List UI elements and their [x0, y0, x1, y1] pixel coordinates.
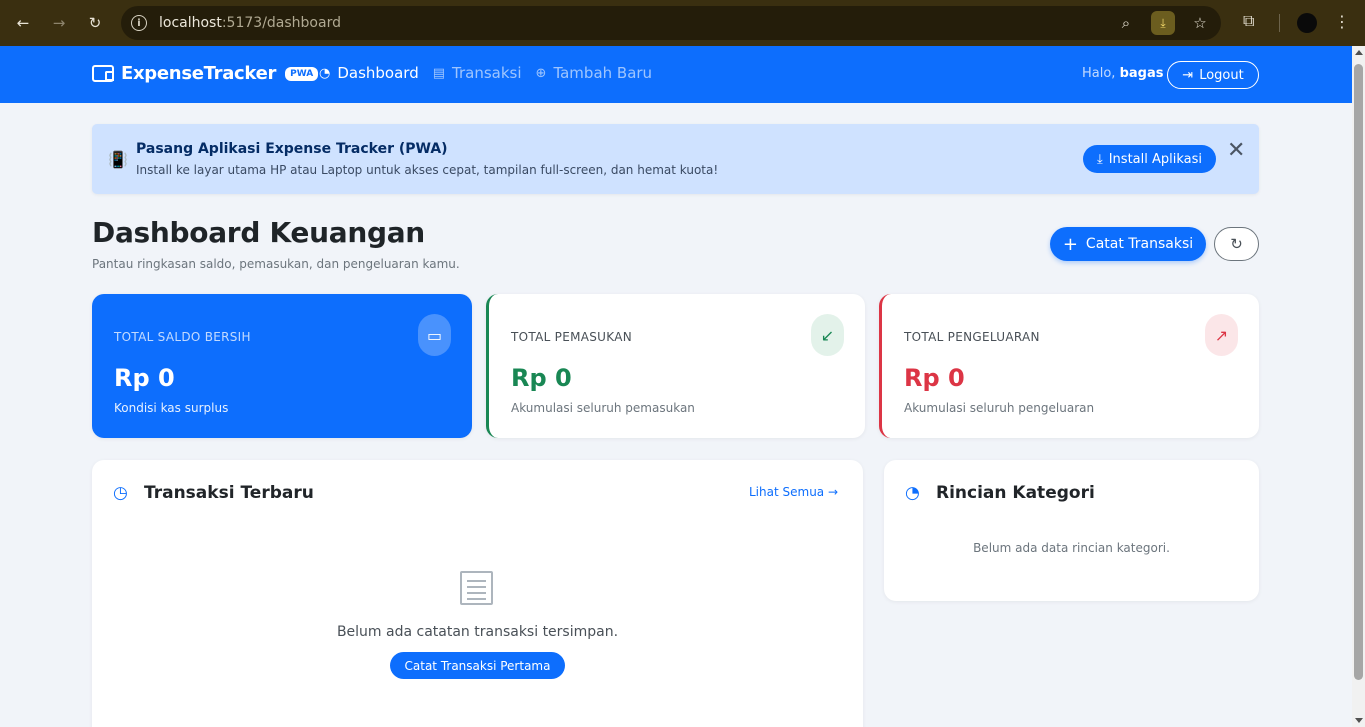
extensions-icon[interactable]: ⧉: [1243, 11, 1254, 31]
bookmark-star-icon[interactable]: ☆: [1189, 14, 1211, 32]
catat-label: Catat Transaksi: [1085, 236, 1194, 252]
empty-state-text: Belum ada data rincian kategori.: [973, 541, 1170, 555]
app-navbar: ExpenseTracker PWA ◔ Dashboard ▤ Transak…: [0, 46, 1352, 103]
clock-icon: ◷: [113, 483, 128, 503]
reload-icon[interactable]: ↻: [83, 11, 107, 35]
card-label: TOTAL SALDO BERSIH: [114, 330, 251, 344]
refresh-icon: ↻: [1230, 235, 1243, 253]
browser-toolbar: ← → ↻ i localhost:5173/dashboard ⌕ ⤓ ☆ ⧉…: [0, 0, 1365, 46]
pwa-badge: PWA: [285, 66, 319, 81]
speedometer-icon: ◔: [319, 65, 331, 81]
install-label: Install Aplikasi: [1108, 151, 1203, 167]
list-icon: ▤: [432, 65, 446, 81]
nav-link-transaksi[interactable]: ▤ Transaksi: [433, 64, 522, 82]
address-bar[interactable]: i localhost:5173/dashboard ⌕ ⤓ ☆: [121, 6, 1221, 40]
scroll-up-icon[interactable]: [1355, 50, 1363, 55]
card-note: Akumulasi seluruh pengeluaran: [904, 401, 1095, 415]
phone-vibrate-icon: 📳: [108, 150, 128, 169]
card-note: Akumulasi seluruh pemasukan: [511, 401, 695, 415]
arrow-down-left-icon: ↙: [811, 314, 844, 356]
panel-title: Rincian Kategori: [936, 483, 1095, 503]
install-app-button[interactable]: ⤓ Install Aplikasi: [1083, 145, 1216, 173]
download-icon: ⤓: [1096, 151, 1103, 167]
wallet-icon: ▭: [418, 314, 451, 356]
zoom-icon[interactable]: ⌕: [1115, 14, 1137, 32]
card-total-saldo: ▭ TOTAL SALDO BERSIH Rp 0 Kondisi kas su…: [92, 294, 472, 438]
url-path: :5173/dashboard: [221, 15, 341, 31]
page-title: Dashboard Keuangan: [92, 216, 425, 249]
user-greeting: Halo, bagas: [1082, 66, 1164, 81]
back-icon[interactable]: ←: [11, 11, 35, 35]
toolbar-divider: [1279, 14, 1280, 32]
greeting-prefix: Halo,: [1082, 66, 1116, 81]
see-all-link[interactable]: Lihat Semua →: [749, 485, 838, 499]
banner-title: Pasang Aplikasi Expense Tracker (PWA): [136, 141, 448, 157]
nav-link-tambah-baru[interactable]: ⊕ Tambah Baru: [536, 64, 653, 82]
card-label: TOTAL PEMASUKAN: [511, 330, 633, 344]
nav-link-label: Transaksi: [452, 64, 522, 82]
receipt-icon: [460, 571, 493, 605]
catat-transaksi-button[interactable]: + Catat Transaksi: [1050, 227, 1206, 261]
logout-button[interactable]: ⇥ Logout: [1167, 61, 1259, 89]
nav-link-label: Dashboard: [337, 64, 419, 82]
card-amount: Rp 0: [511, 364, 572, 392]
plus-circle-icon: ⊕: [535, 65, 547, 81]
plus-icon: +: [1062, 233, 1078, 255]
scroll-thumb[interactable]: [1354, 64, 1363, 680]
card-total-pemasukan: ↙ TOTAL PEMASUKAN Rp 0 Akumulasi seluruh…: [486, 294, 865, 438]
url-host: localhost: [159, 15, 222, 31]
install-app-icon[interactable]: ⤓: [1151, 11, 1175, 35]
pie-chart-icon: ◔: [905, 483, 920, 503]
refresh-button[interactable]: ↻: [1214, 227, 1259, 261]
arrow-up-right-icon: ↗: [1205, 314, 1238, 356]
logout-icon: ⇥: [1182, 67, 1194, 83]
empty-state-text: Belum ada catatan transaksi tersimpan.: [336, 624, 619, 640]
profile-avatar[interactable]: [1297, 13, 1317, 33]
forward-icon[interactable]: →: [47, 11, 71, 35]
card-total-pengeluaran: ↗ TOTAL PENGELUARAN Rp 0 Akumulasi selur…: [879, 294, 1259, 438]
browser-menu-icon[interactable]: ⋮: [1334, 12, 1350, 31]
pwa-install-banner: 📳 Pasang Aplikasi Expense Tracker (PWA) …: [92, 124, 1259, 194]
page-subtitle: Pantau ringkasan saldo, pemasukan, dan p…: [92, 257, 460, 271]
scroll-down-icon[interactable]: [1355, 718, 1363, 723]
card-amount: Rp 0: [114, 364, 175, 392]
wallet-icon: [92, 65, 114, 82]
card-label: TOTAL PENGELUARAN: [904, 330, 1040, 344]
category-breakdown-panel: ◔ Rincian Kategori Belum ada data rincia…: [884, 460, 1259, 601]
nav-link-dashboard[interactable]: ◔ Dashboard: [319, 64, 419, 82]
close-icon[interactable]: ✕: [1227, 138, 1245, 163]
nav-links: ◔ Dashboard ▤ Transaksi ⊕ Tambah Baru: [319, 64, 652, 82]
site-info-icon[interactable]: i: [131, 15, 147, 31]
url-text[interactable]: localhost:5173/dashboard: [159, 15, 341, 31]
recent-transactions-panel: ◷ Transaksi Terbaru Lihat Semua → Belum …: [92, 460, 863, 727]
panel-title: Transaksi Terbaru: [144, 483, 314, 503]
card-note: Kondisi kas surplus: [114, 401, 229, 415]
nav-link-label: Tambah Baru: [553, 64, 653, 82]
catat-transaksi-pertama-button[interactable]: Catat Transaksi Pertama: [390, 652, 565, 679]
logout-label: Logout: [1199, 67, 1244, 83]
username: bagas: [1119, 66, 1164, 81]
brand-logo[interactable]: ExpenseTracker PWA: [92, 63, 319, 84]
brand-name: ExpenseTracker: [121, 63, 277, 84]
banner-description: Install ke layar utama HP atau Laptop un…: [136, 163, 719, 177]
page-scrollbar[interactable]: [1352, 46, 1365, 727]
card-amount: Rp 0: [904, 364, 965, 392]
